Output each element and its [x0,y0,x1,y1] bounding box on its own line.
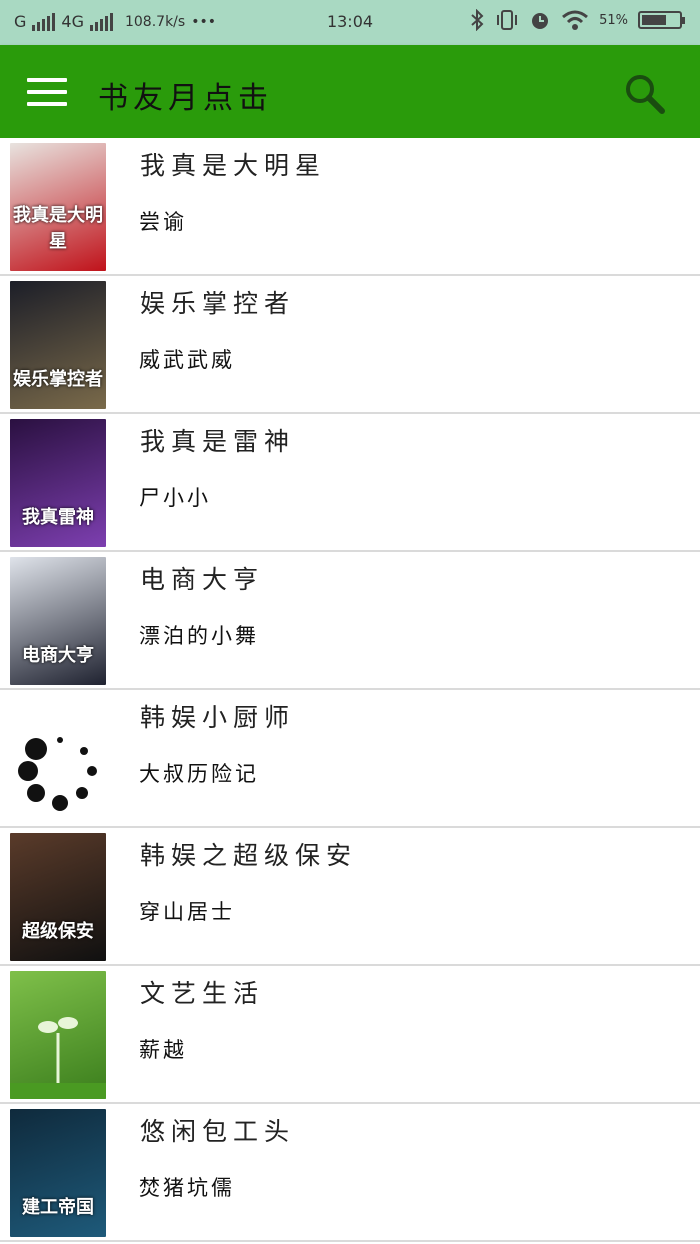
book-author: 尝谕 [139,210,187,234]
cover-title: 娱乐掌控者 [13,369,103,390]
book-cover-image[interactable]: 超级保安 [10,833,106,961]
cover-title: 我真雷神 [22,507,94,528]
status-icons: 51% [469,9,685,31]
loading-spinner-icon [18,737,97,811]
book-title: 娱乐掌控者 [140,289,296,318]
book-title: 文艺生活 [140,979,265,1008]
book-row[interactable]: 电商大亨 电商大亨 漂泊的小舞 [0,552,700,690]
vibrate-icon [497,10,518,30]
book-row[interactable]: 建工帝国 悠闲包工头焚猪坑儒 [0,1104,700,1242]
menu-button[interactable] [27,78,67,106]
battery-percent: 51% [599,12,628,28]
book-cover-image[interactable]: 建工帝国 [10,1109,106,1237]
cover-title: 建工帝国 [22,1197,94,1218]
book-cover-image[interactable]: 我真雷神 [10,419,106,547]
book-row[interactable]: 韩娱小厨师大叔历险记 [0,690,700,828]
book-row[interactable]: 超级保安 韩娱之超级保安穿山居士 [0,828,700,966]
book-title: 韩娱小厨师 [140,703,296,732]
book-author: 穿山居士 [139,900,235,924]
cover-title: 超级保安 [22,921,94,942]
sprout-icon [10,1017,106,1099]
page-title: 书友月点击 [98,81,273,116]
book-title: 我真是雷神 [140,427,296,456]
book-row[interactable]: 我真雷神 我真是雷神尸小小 [0,414,700,552]
cover-title: 电商大亨 [22,645,94,666]
bluetooth-icon [471,9,484,31]
book-author: 尸小小 [139,486,211,510]
book-list: 我真是大明星 我真是大明星 尝谕 娱乐掌控者 娱乐掌控者 威武武威 我真雷神 我真是雷神 尸小小… [0,138,700,1242]
book-cover-image[interactable] [10,971,106,1099]
cover-title: 我真是大明星 [13,205,103,252]
alarm-icon [532,13,549,29]
book-author: 威武武威 [139,348,235,372]
book-cover-image[interactable]: 电商大亨 [10,557,106,685]
wifi-icon [562,10,589,30]
book-author: 焚猪坑儒 [139,1176,235,1200]
book-author: 薪越 [139,1038,187,1062]
status-bar: G 4G 108.7k/s ••• 13:04 51% [0,0,700,45]
search-icon[interactable] [622,71,668,117]
book-title: 我真是大明星 [140,151,327,180]
book-row[interactable]: 娱乐掌控者 娱乐掌控者 威武武威 [0,276,700,414]
book-author: 漂泊的小舞 [139,624,259,648]
book-cover-image[interactable]: 娱乐掌控者 [10,281,106,409]
battery-icon [638,11,685,29]
book-cover-image[interactable]: 我真是大明星 [10,143,106,271]
book-title: 电商大亨 [140,565,265,594]
app-bar: 书友月点击 [0,45,700,138]
book-row[interactable]: 我真是大明星 我真是大明星 尝谕 [0,138,700,276]
book-title: 悠闲包工头 [140,1117,296,1146]
book-title: 韩娱之超级保安 [140,841,358,870]
book-author: 大叔历险记 [139,762,259,786]
book-row[interactable]: 文艺生活 薪越 [0,966,700,1104]
